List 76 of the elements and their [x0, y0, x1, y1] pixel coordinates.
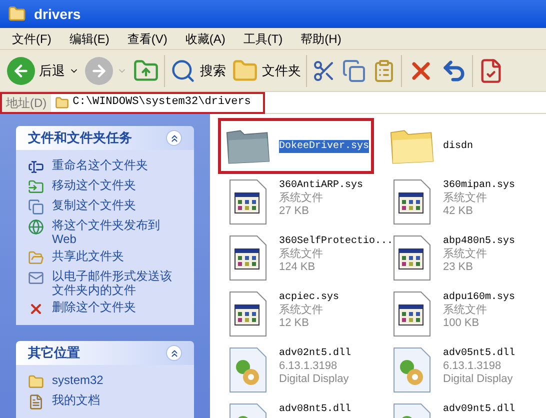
folder-icon — [8, 5, 26, 23]
file-name[interactable]: adv09nt5.dll — [443, 403, 516, 416]
file-detail: 系统文件 — [443, 192, 488, 205]
file-name[interactable]: 360AntiARP.sys — [279, 179, 364, 192]
menu-item[interactable]: 文件(F) — [12, 30, 52, 48]
file-name[interactable]: adv08nt5.dll — [279, 403, 352, 416]
menu-item[interactable]: 查看(V) — [127, 30, 168, 48]
search-button[interactable]: 搜索 — [167, 52, 229, 88]
undo-icon — [441, 58, 467, 84]
folder-icon — [54, 96, 69, 110]
copy-icon — [342, 58, 366, 82]
rename-icon — [28, 159, 44, 175]
file-detail: 42 KB — [443, 205, 474, 218]
document-icon — [28, 394, 44, 410]
file-detail: Digital Display — [443, 373, 514, 386]
shared-folder-icon — [28, 250, 44, 266]
file-name[interactable]: disdn — [443, 140, 474, 152]
file-detail: 27 KB — [279, 205, 310, 218]
file-name[interactable]: abp480n5.sys — [443, 235, 516, 248]
file-detail: 6.13.1.3198 — [279, 360, 338, 373]
clipboard-icon — [372, 58, 396, 82]
file-detail: 6.13.1.3198 — [443, 360, 502, 373]
search-icon — [170, 58, 196, 84]
gear-file-icon — [229, 347, 267, 393]
task-link[interactable]: 共享此文件夹 — [52, 249, 124, 263]
task-link[interactable]: 复制这个文件夹 — [52, 198, 136, 212]
system-file-icon — [229, 235, 267, 281]
system-file-icon — [393, 179, 431, 225]
window-title: drivers — [34, 4, 81, 24]
copy-icon — [28, 199, 44, 215]
task-link[interactable]: 重命名这个文件夹 — [52, 158, 148, 172]
file-detail: 12 KB — [279, 317, 310, 330]
file-name[interactable]: 360SelfProtectio... — [279, 235, 394, 248]
folder-up-icon — [133, 58, 159, 84]
file-detail: 系统文件 — [443, 248, 488, 261]
folders-button[interactable]: 文件夹 — [229, 52, 304, 88]
file-detail: 系统文件 — [279, 248, 324, 261]
task-link[interactable]: 我的文档 — [52, 393, 100, 407]
task-link[interactable]: 以电子邮件形式发送该文件夹内的文件 — [52, 269, 182, 297]
file-detail: 系统文件 — [279, 304, 324, 317]
panel-header[interactable]: 文件和文件夹任务 — [16, 126, 194, 150]
menu-item[interactable]: 编辑(E) — [69, 30, 110, 48]
file-detail: 124 KB — [279, 261, 316, 274]
system-file-icon — [393, 291, 431, 337]
system-file-icon — [393, 235, 431, 281]
task-link[interactable]: 将这个文件夹发布到 Web — [52, 218, 182, 246]
file-name[interactable]: adv05nt5.dll — [443, 347, 516, 360]
panel-header[interactable]: 其它位置 — [16, 341, 194, 365]
menu-item[interactable]: 工具(T) — [243, 30, 283, 48]
back-button[interactable]: 后退 — [4, 52, 82, 88]
folder-icon — [28, 374, 44, 390]
menu-item[interactable]: 帮助(H) — [300, 30, 342, 48]
move-folder-icon — [28, 179, 44, 195]
menu-item[interactable]: 收藏(A) — [185, 30, 226, 48]
globe-icon — [28, 219, 44, 235]
system-file-icon — [229, 291, 267, 337]
file-detail: Digital Display — [279, 373, 350, 386]
file-name[interactable]: 360mipan.sys — [443, 179, 516, 192]
mail-icon — [28, 270, 44, 286]
folder-icon — [232, 58, 258, 84]
file-name[interactable]: acpiec.sys — [279, 291, 340, 304]
file-detail: 100 KB — [443, 317, 480, 330]
task-link[interactable]: system32 — [52, 373, 104, 387]
task-link[interactable]: 移动这个文件夹 — [52, 178, 136, 192]
file-detail: 23 KB — [443, 261, 474, 274]
file-detail: 系统文件 — [279, 192, 324, 205]
file-name[interactable]: adv02nt5.dll — [279, 347, 352, 360]
delete-icon — [28, 301, 44, 317]
file-name[interactable]: DokeeDriver.sys — [279, 140, 370, 152]
file-name[interactable]: adpu160m.sys — [443, 291, 516, 304]
file-detail: 系统文件 — [443, 304, 488, 317]
gear-file-icon — [393, 347, 431, 393]
system-file-icon — [229, 179, 267, 225]
task-link[interactable]: 删除这个文件夹 — [52, 300, 136, 314]
scissors-icon — [312, 58, 336, 82]
address-label: 地址(D) — [2, 94, 51, 112]
